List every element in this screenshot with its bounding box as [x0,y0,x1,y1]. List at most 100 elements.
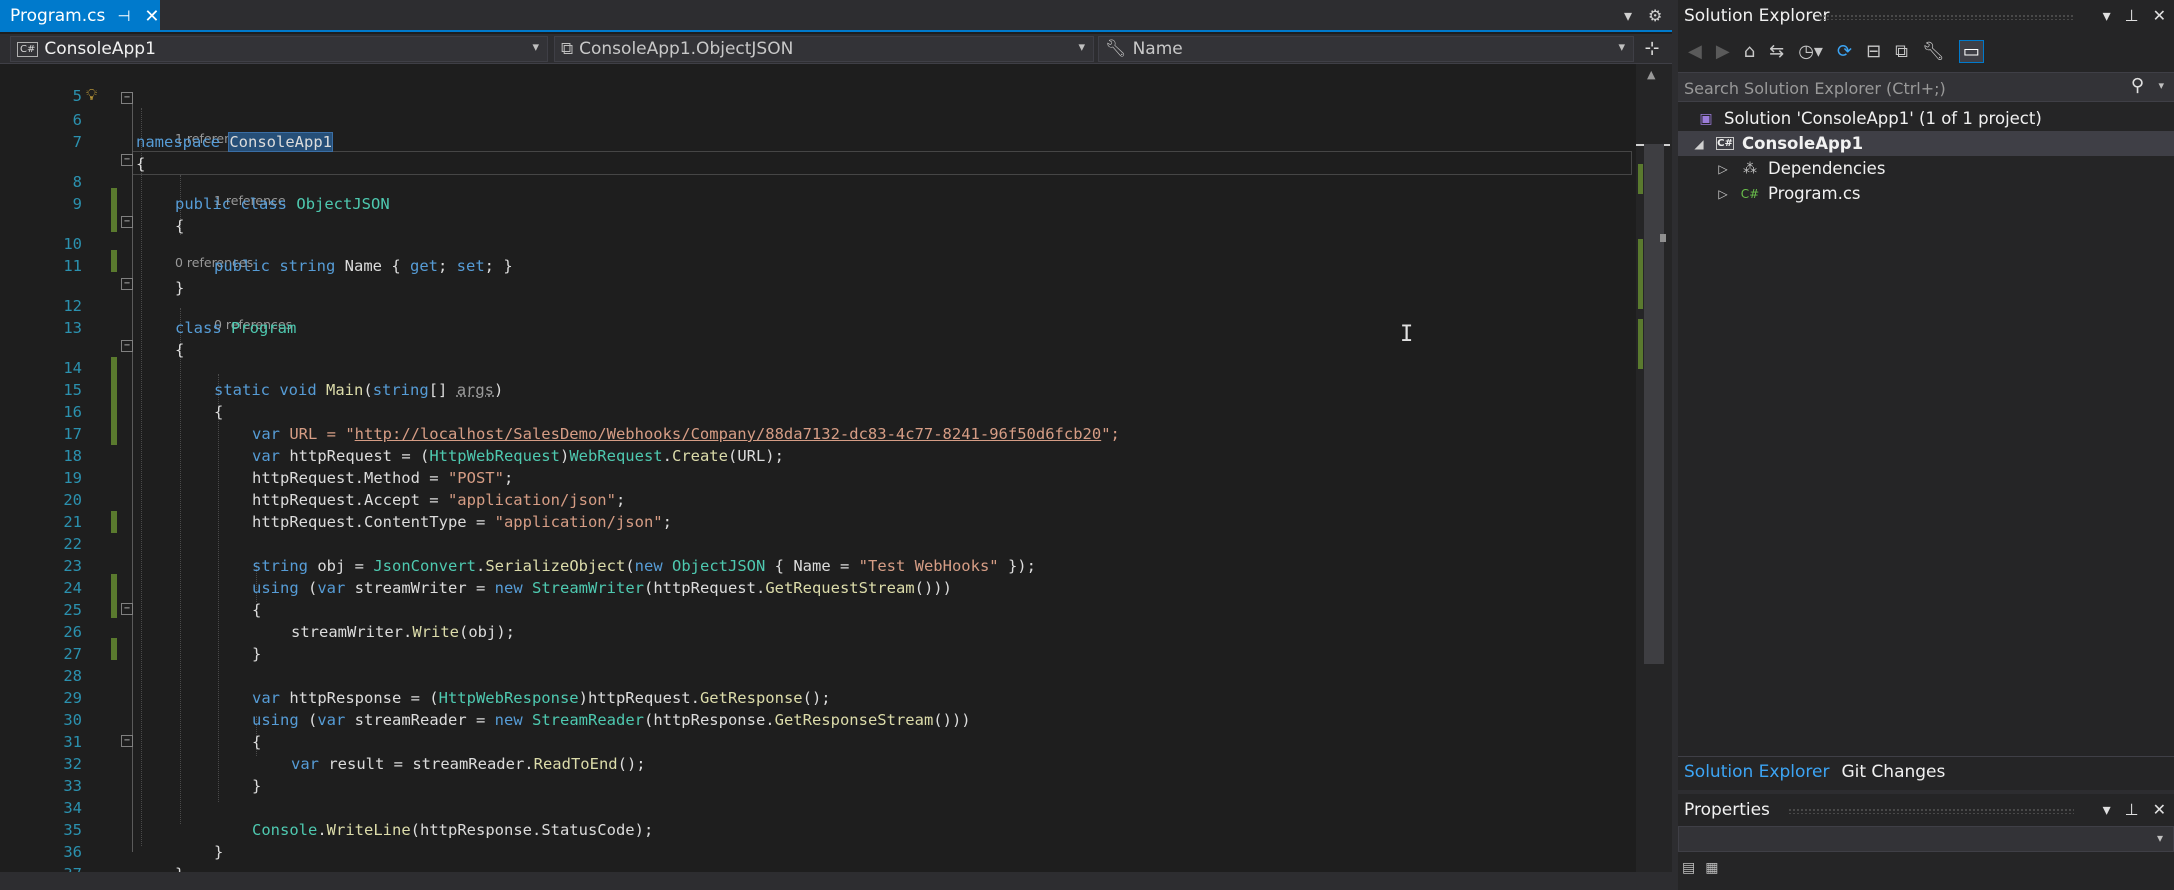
close-icon[interactable]: ✕ [2153,6,2166,25]
properties-title-bar[interactable]: Properties ▾ ⊥ ✕ [1678,794,2174,826]
properties-toolbar: ▤ ▦ [1682,860,1718,876]
code-line: 33 [0,753,1636,795]
code-line: 22 string obj = JsonConvert.SerializeObj… [0,511,1636,575]
code-line: 10 public string Name { get; set; } [0,211,1636,275]
search-icon[interactable]: ⚲ [2131,75,2144,96]
code-line: 24 { [0,555,1636,619]
tab-title: Program.cs [10,6,106,26]
pin-icon[interactable]: ⊣ [117,7,130,25]
i-beam-cursor-icon: I [1400,322,1414,347]
change-map-marker [1638,164,1643,194]
dependencies-icon: ⁂ [1743,160,1757,177]
scroll-map-marker [1660,234,1666,242]
code-text-area[interactable]: 💡︎ 1 reference 1 reference 0 references … [0,64,1636,872]
project-dropdown[interactable]: C# ConsoleApp1 ▾ [10,36,548,62]
code-line: 32 } [0,731,1636,795]
solution-explorer-search: ⚲ ▾ [1678,72,2174,102]
tab-solution-explorer[interactable]: Solution Explorer [1678,762,1835,782]
close-icon[interactable]: ✕ [2153,800,2166,819]
pane-title: Solution Explorer [1684,6,1830,26]
properties-wrench-icon[interactable]: 🔧︎ [1922,41,1945,62]
split-editor-button[interactable]: ⊹ [1638,38,1666,60]
vertical-scrollbar[interactable]: ▲ [1636,64,1672,872]
code-line: 34 Console.WriteLine(httpResponse.Status… [0,775,1636,839]
class-icon: ⧉ [561,39,574,59]
tab-git-changes[interactable]: Git Changes [1835,762,1951,782]
search-input[interactable] [1684,77,2114,99]
preview-selected-icon[interactable]: ▭ [1958,39,1984,63]
csharp-project-icon: C# [1716,137,1734,150]
forward-icon[interactable]: ▶ [1716,41,1730,62]
code-line: 18 httpRequest.Method = "POST"; [0,423,1636,487]
tree-item-label: ConsoleApp1 [1742,134,1864,153]
collapsed-arrow-icon[interactable]: ▷ [1716,187,1730,201]
show-all-files-icon[interactable]: ⧉ [1895,41,1908,62]
change-map-marker [1638,319,1643,369]
change-map-marker [1638,239,1643,309]
tree-item-label: Solution 'ConsoleApp1' (1 of 1 project) [1724,109,2042,128]
code-text: } [175,863,184,872]
tab-program-cs[interactable]: Program.cs ⊣ ✕ [0,0,160,32]
chevron-down-icon: ▾ [2156,831,2163,845]
collapse-all-icon[interactable]: ⊟ [1866,41,1881,62]
code-line: 23 using (var streamWriter = new StreamW… [0,533,1636,597]
member-dropdown[interactable]: 🔧︎ Name ▾ [1098,36,1634,62]
code-line: 27 [0,621,1636,663]
code-line: 12 class Program [0,273,1636,337]
code-line: 19 httpRequest.Accept = "application/jso… [0,445,1636,509]
tree-item-program-cs[interactable]: ▷ C# Program.cs [1678,181,2174,206]
sync-icon[interactable]: ⟳ [1837,41,1852,62]
tab-overflow-chevron-down-icon[interactable]: ▾ [1624,6,1632,25]
csharp-file-icon: C# [1740,186,1760,201]
code-line: 14 static void Main(string[] args) [0,335,1636,399]
properties-pane: Properties ▾ ⊥ ✕ ▾ ▤ ▦ [1678,794,2174,890]
navigation-bar: C# ConsoleApp1 ▾ ⧉ ConsoleApp1.ObjectJSO… [0,34,1672,64]
categorized-icon[interactable]: ▤ [1682,860,1695,876]
pending-changes-icon[interactable]: ◷▾ [1798,41,1823,62]
home-icon[interactable]: ⌂ [1744,41,1755,62]
solution-icon: ▣ [1699,110,1713,127]
code-line: 20 httpRequest.ContentType = "applicatio… [0,467,1636,531]
code-line: 35 } [0,797,1636,861]
pin-icon[interactable]: ⊥ [2125,800,2139,819]
code-line: 30 { [0,687,1636,751]
drag-grip [1818,14,2074,20]
chevron-down-icon[interactable]: ▾ [2158,79,2164,92]
code-line: 25 streamWriter.Write(obj); [0,577,1636,641]
type-dropdown[interactable]: ⧉ ConsoleApp1.ObjectJSON ▾ [554,36,1094,62]
alphabetical-icon[interactable]: ▦ [1705,860,1718,876]
gear-icon[interactable]: ⚙ [1648,6,1662,25]
tree-item-project[interactable]: ◢ C# ConsoleApp1 [1678,131,2174,156]
close-icon[interactable]: ✕ [144,6,159,27]
csharp-project-icon: C# [17,41,39,57]
tree-item-dependencies[interactable]: ▷ ⁂ Dependencies [1678,156,2174,181]
wrench-icon: 🔧︎ [1105,39,1127,59]
code-line: 17 var httpRequest = (HttpWebRequest)Web… [0,401,1636,465]
tree-item-solution[interactable]: ▣ Solution 'ConsoleApp1' (1 of 1 project… [1678,106,2174,131]
tree-item-label: Program.cs [1768,184,1861,203]
back-icon[interactable]: ◀ [1688,41,1702,62]
properties-object-dropdown[interactable]: ▾ [1678,826,2174,852]
code-line: 26 } [0,599,1636,663]
code-line: 5 [0,64,1636,105]
code-line: 9 { [0,171,1636,235]
solution-explorer-title-bar[interactable]: Solution Explorer ▾ ⊥ ✕ [1678,0,2174,32]
drag-grip [1788,808,2074,814]
chevron-down-icon[interactable]: ▾ [2103,6,2111,25]
chevron-down-icon: ▾ [1078,40,1085,55]
collapsed-arrow-icon[interactable]: ▷ [1716,162,1730,176]
chevron-down-icon: ▾ [532,40,539,55]
code-line: 31 var result = streamReader.ReadToEnd()… [0,709,1636,773]
solution-explorer-toolbar: ◀ ▶ ⌂ ⇆ ◷▾ ⟳ ⊟ ⧉ 🔧︎ ▭ [1678,34,2174,68]
pin-icon[interactable]: ⊥ [2125,6,2139,25]
switch-views-icon[interactable]: ⇆ [1769,41,1784,62]
scroll-up-icon[interactable]: ▲ [1647,68,1655,81]
document-tab-strip: Program.cs ⊣ ✕ ▾ ⚙ [0,0,1672,32]
solution-explorer-tabs: Solution Explorer Git Changes [1678,756,2174,786]
chevron-down-icon[interactable]: ▾ [2103,800,2111,819]
scrollbar-thumb[interactable] [1644,144,1664,664]
code-line: 6 namespace ConsoleApp1 [0,87,1636,152]
code-line: 37 } [0,841,1636,872]
expanded-arrow-icon[interactable]: ◢ [1692,137,1706,151]
chevron-down-icon: ▾ [1618,40,1625,55]
